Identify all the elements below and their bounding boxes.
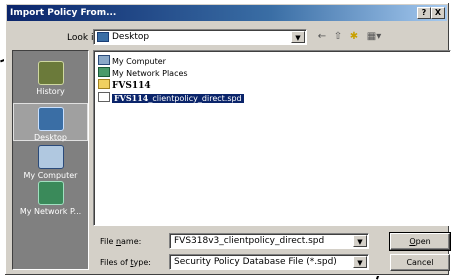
list-item[interactable]: My Computer: [98, 55, 166, 67]
list-item[interactable]: FVS114: [98, 79, 151, 91]
place-my-computer[interactable]: My Computer: [13, 145, 88, 180]
close-button[interactable]: X: [431, 7, 445, 19]
desktop-icon: [37, 107, 64, 131]
list-item[interactable]: My Network Places: [98, 67, 188, 79]
chevron-down-icon[interactable]: ▼: [353, 256, 367, 268]
desktop-icon: [97, 32, 109, 42]
list-item-selected[interactable]: FVS114_clientpolicy_direct.spd: [98, 92, 244, 104]
file-list[interactable]: My Computer My Network Places FVS114 FVS…: [93, 50, 451, 226]
open-button[interactable]: Open: [389, 232, 451, 251]
place-history[interactable]: History: [13, 61, 88, 96]
filename-combo[interactable]: FVS318v3_clientpolicy_direct.spd ▼: [169, 233, 369, 249]
filename-value: FVS318v3_clientpolicy_direct.spd: [174, 236, 325, 246]
network-icon: [37, 181, 64, 205]
chevron-down-icon[interactable]: ▼: [353, 235, 367, 247]
back-icon[interactable]: ←: [315, 31, 329, 43]
computer-icon: [37, 145, 64, 169]
import-policy-dialog: Import Policy From... ? X Look in: Deskt…: [4, 2, 451, 276]
help-button[interactable]: ?: [417, 7, 431, 19]
folder-icon: [98, 79, 110, 89]
views-menu-icon[interactable]: ▦▾: [363, 31, 385, 43]
cancel-button[interactable]: Cancel: [390, 254, 450, 271]
history-icon: [37, 61, 64, 85]
filetype-combo[interactable]: Security Policy Database File (*.spd) ▼: [169, 254, 369, 270]
places-bar: History Desktop My Computer My Network P…: [12, 50, 89, 270]
selected-file-name: FVS114_clientpolicy_direct.spd: [112, 93, 244, 103]
up-folder-icon[interactable]: ⇧: [331, 31, 345, 43]
filename-label: File name:: [100, 237, 142, 246]
chevron-down-icon[interactable]: ▼: [291, 31, 305, 43]
place-desktop[interactable]: Desktop: [13, 103, 88, 142]
new-folder-icon[interactable]: ✱: [347, 31, 361, 43]
lookin-value: Desktop: [112, 32, 150, 42]
filetype-value: Security Policy Database File (*.spd): [174, 257, 337, 267]
dialog-titlebar: Import Policy From... ? X: [7, 5, 447, 21]
place-my-network[interactable]: My Network P...: [13, 181, 88, 216]
computer-icon: [98, 55, 110, 65]
file-icon: [98, 92, 110, 102]
network-icon: [98, 67, 110, 77]
lookin-combo[interactable]: Desktop ▼: [93, 29, 307, 45]
dialog-title: Import Policy From...: [10, 8, 117, 18]
filetype-label: Files of type:: [100, 258, 151, 267]
